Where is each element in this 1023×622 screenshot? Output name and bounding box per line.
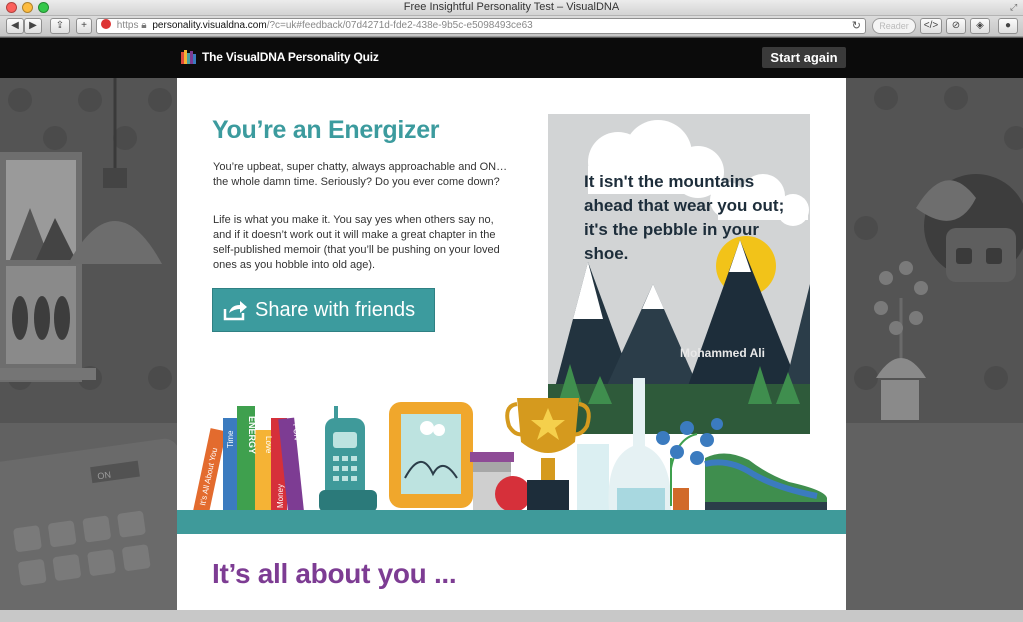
background-illustration-right <box>846 78 1023 622</box>
block-icon[interactable]: ⊘ <box>946 18 966 34</box>
result-description-2: Life is what you make it. You say yes wh… <box>213 214 500 271</box>
window-title: Free Insightful Personality Test – Visua… <box>403 1 620 13</box>
book-label: FUN <box>291 423 302 441</box>
site-brand-title: The VisualDNA Personality Quiz <box>202 50 379 64</box>
reader-button[interactable]: Reader <box>872 18 916 34</box>
forward-button[interactable]: ▶ <box>24 18 42 34</box>
glass-vase-icon <box>577 378 672 510</box>
window-bottom-edge <box>0 610 1023 622</box>
site-favicon-icon <box>101 19 111 29</box>
wallpaper-art-left: ON <box>0 78 177 622</box>
site-header: The VisualDNA Personality Quiz Start aga… <box>0 38 1023 78</box>
code-view-icon[interactable]: </> <box>920 18 942 34</box>
share-with-friends-button[interactable]: Share with friends <box>212 288 435 332</box>
book-label: Love <box>264 436 273 454</box>
shelf-illustration: It's All About You Time ENERGY Love Mone… <box>193 378 827 512</box>
download-icon[interactable]: ● <box>998 18 1018 34</box>
fullscreen-icon[interactable]: ⤢ <box>1010 3 1019 12</box>
result-title: You’re an Energizer <box>212 116 440 144</box>
book-label: ENERGY <box>247 416 257 454</box>
window-titlebar: Free Insightful Personality Test – Visua… <box>0 0 1023 16</box>
share-page-button[interactable]: ⇪ <box>50 18 70 34</box>
result-description-1: You’re upbeat, super chatty, always appr… <box>213 161 508 188</box>
start-again-button[interactable]: Start again <box>762 47 846 68</box>
shelf <box>177 510 846 534</box>
browser-toolbar: ◀ ▶ ⇪ + https 🔒︎ personality.visualdna.c… <box>0 16 1023 37</box>
book-label: Time <box>226 430 235 448</box>
book-label: Money <box>276 484 285 508</box>
sneaker-icon <box>704 453 827 510</box>
url-scheme: https <box>116 20 139 31</box>
url-path: /?c=uk#feedback/07d4271d-fde2-438e-9b5c-… <box>266 20 533 31</box>
reload-icon[interactable]: ↻ <box>852 19 861 33</box>
calculator-display-text: ON <box>97 470 112 482</box>
back-button[interactable]: ◀ <box>6 18 24 34</box>
picture-frame-icon <box>389 402 473 508</box>
quote-author: Mohammed Ali <box>680 346 765 360</box>
lock-icon: 🔒︎ <box>141 20 147 31</box>
wallpaper-art-right <box>846 86 1023 622</box>
extension-icon[interactable]: ◈ <box>970 18 990 34</box>
url-host: personality.visualdna.com <box>152 20 267 31</box>
share-button-label: Share with friends <box>255 299 416 321</box>
books-icon: It's All About You Time ENERGY Love Mone… <box>193 406 304 512</box>
section-title: It’s all about you ... <box>212 558 457 589</box>
result-panel: You’re an Energizer You’re upbeat, super… <box>177 78 846 610</box>
phone-icon <box>319 406 377 512</box>
apple-icon <box>495 476 531 512</box>
address-bar[interactable]: https 🔒︎ personality.visualdna.com/?c=uk… <box>96 18 866 34</box>
new-tab-button[interactable]: + <box>76 18 92 34</box>
background-illustration-left: ON <box>0 78 177 622</box>
visualdna-logo-icon <box>181 50 196 64</box>
share-arrow-icon <box>223 301 247 321</box>
quote-text: It isn't the mountains ahead that wear y… <box>584 172 785 263</box>
